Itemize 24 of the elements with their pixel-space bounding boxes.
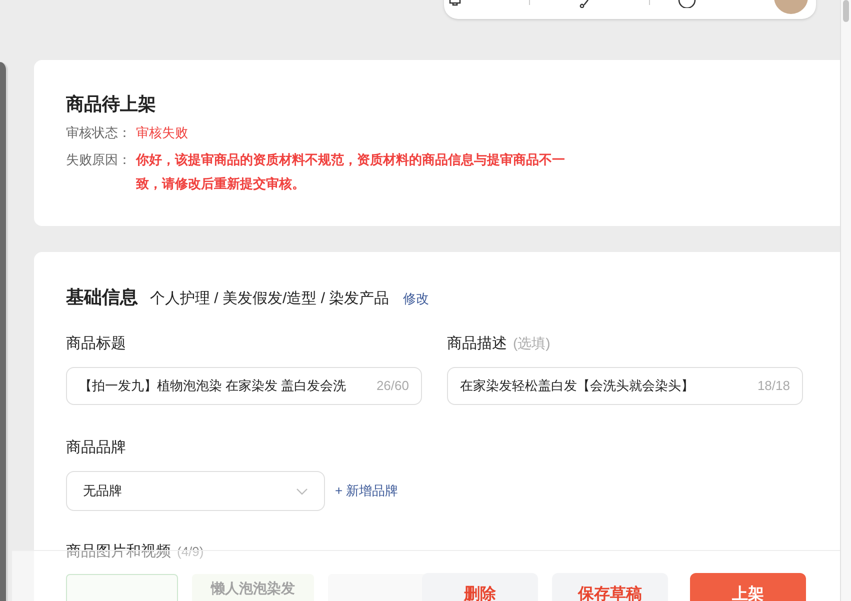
field-label: 失败原因： bbox=[66, 151, 132, 169]
status-value: 审核失败 bbox=[136, 124, 188, 142]
card-title: 商品待上架 bbox=[66, 93, 157, 116]
image-caption: 懒人泡泡染发 bbox=[211, 578, 295, 598]
category-path: 个人护理 / 美发假发/造型 / 染发产品 bbox=[150, 289, 390, 309]
optional-hint: (选填) bbox=[513, 334, 550, 353]
text-input-field[interactable]: 【拍一发九】植物泡泡染 在家染发 盖白发会洗 26/60 bbox=[66, 367, 422, 405]
brand-select[interactable]: 无品牌 bbox=[66, 471, 325, 511]
failure-reason: 你好，该提审商品的资质材料不规范，资质材料的商品信息与提审商品不一致，请修改后重新提交审核。 bbox=[136, 151, 566, 193]
chevron-down-icon bbox=[296, 488, 308, 494]
character-counter: 18/18 bbox=[757, 377, 790, 396]
field-label: 商品品牌 bbox=[66, 438, 127, 458]
input-value: 【拍一发九】植物泡泡染 在家染发 盖白发会洗 bbox=[79, 377, 348, 396]
scrollbar-thumb[interactable] bbox=[843, 0, 849, 22]
select-value: 无品牌 bbox=[83, 482, 122, 500]
add-brand-link[interactable]: + 新增品牌 bbox=[335, 481, 398, 501]
field-label: 商品标题 bbox=[66, 334, 126, 354]
character-counter: 26/60 bbox=[376, 377, 409, 396]
field-label: 审核状态： bbox=[66, 124, 132, 142]
section-heading: 基础信息 bbox=[66, 286, 138, 309]
text-input-field[interactable]: 在家染发轻松盖白发【会洗头就会染头】 18/18 bbox=[447, 367, 803, 405]
field-label: 商品描述 bbox=[447, 334, 507, 354]
input-value: 在家染发轻松盖白发【会洗头就会染头】 bbox=[460, 377, 695, 396]
edit-link[interactable]: 修改 bbox=[403, 289, 430, 308]
